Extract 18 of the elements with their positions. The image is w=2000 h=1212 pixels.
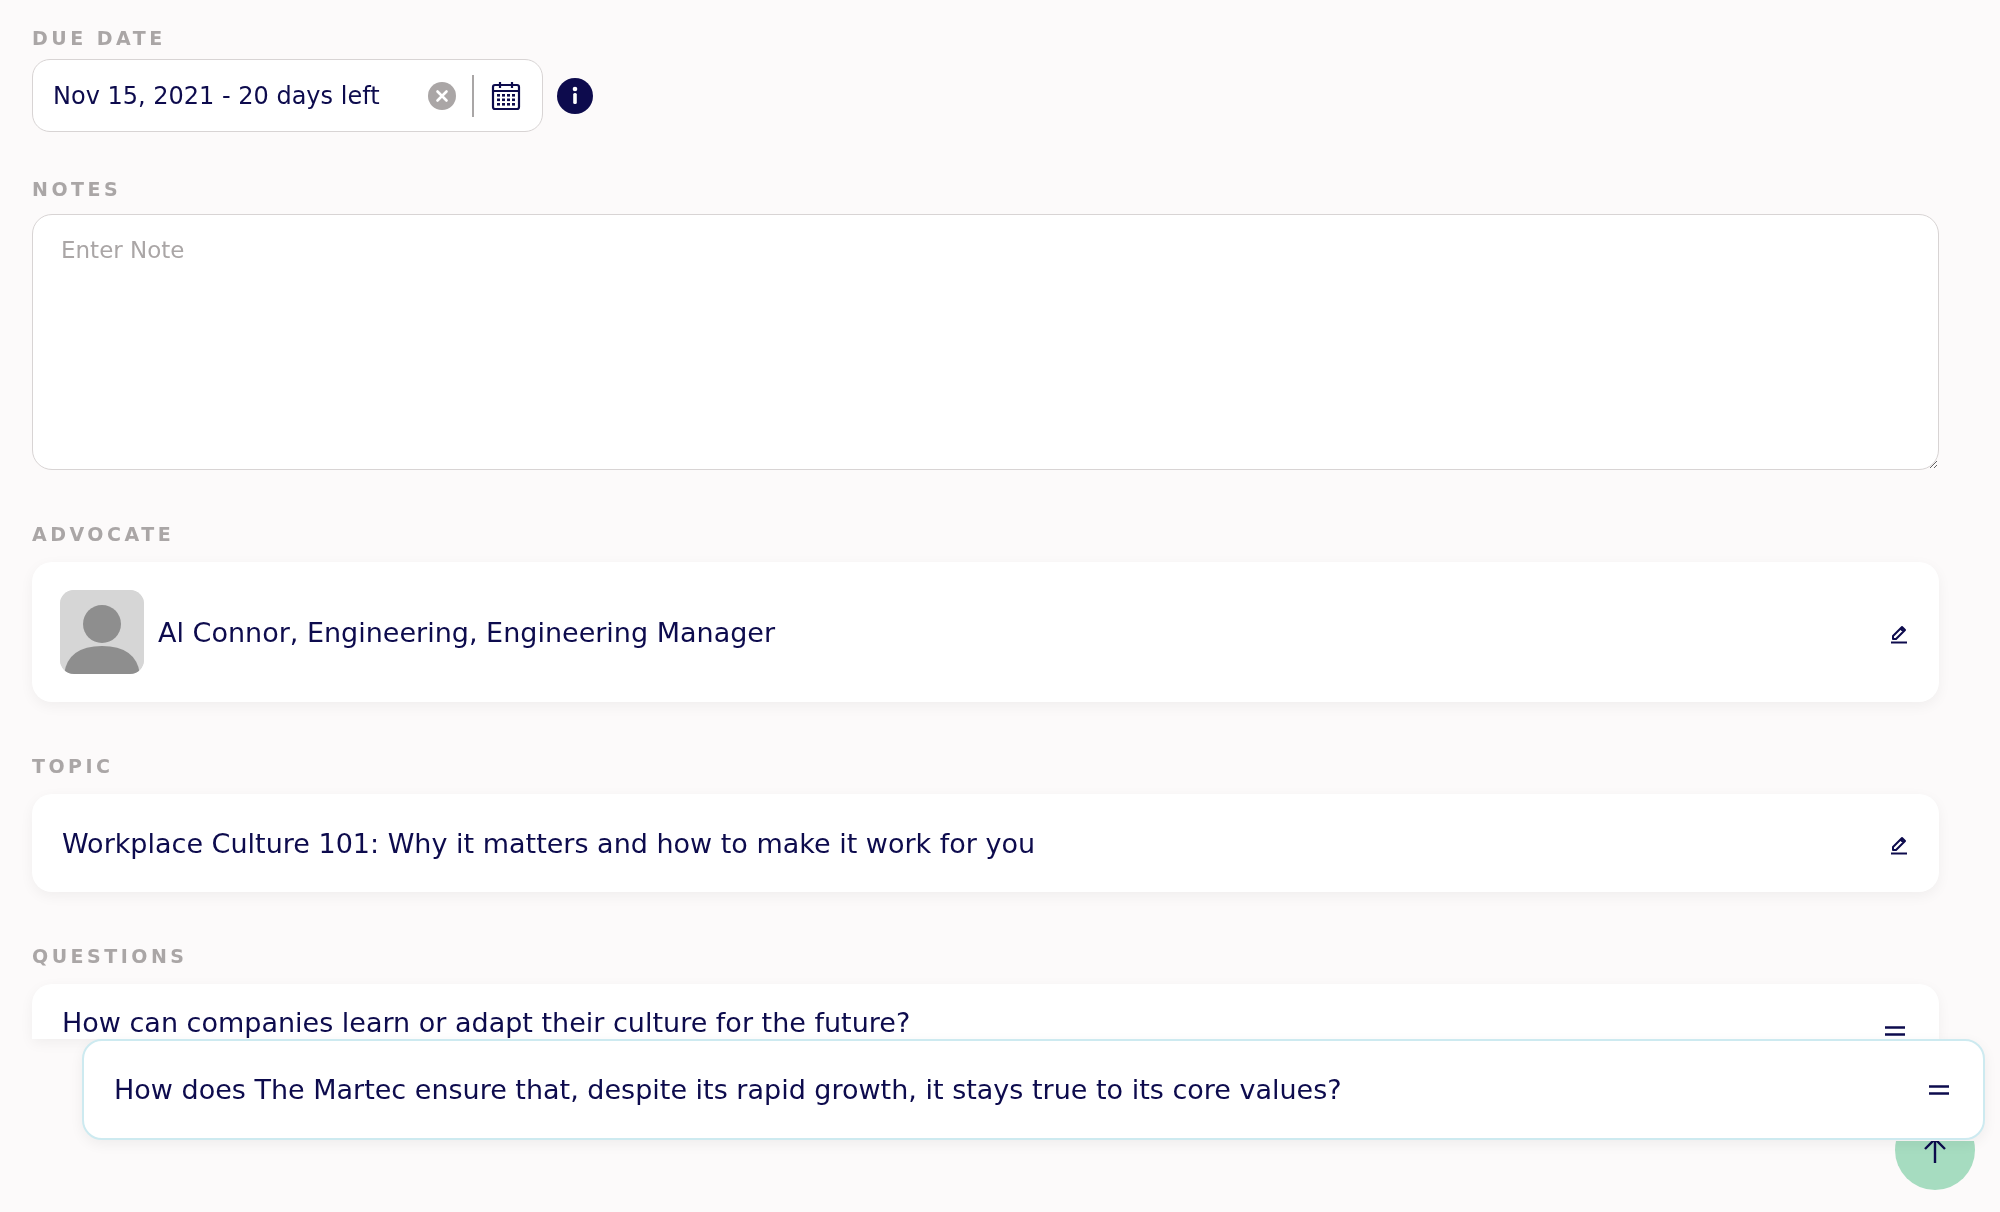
question-card[interactable]: How does The Martec ensure that, despite its rapid growth, it stays true to its core values? <box>82 1039 1985 1140</box>
drag-handle-icon[interactable] <box>1885 1026 1905 1036</box>
drag-handle-icon[interactable] <box>1929 1084 1949 1095</box>
topic-text: Workplace Culture 101: Why it matters and how to make it work for you <box>62 827 1037 859</box>
section-label: DUE DATE <box>32 27 167 49</box>
section-label: NOTES <box>32 178 123 200</box>
advocate-name: Al Connor, Engineering, Engineering Manager <box>158 616 777 648</box>
question-card[interactable]: How can companies learn or adapt their culture for the future? <box>32 984 1939 1039</box>
date-field[interactable]: Nov 15, 2021 - 20 days left <box>32 59 543 132</box>
section-label: ADVOCATE <box>32 523 176 545</box>
section-label: QUESTIONS <box>32 945 189 967</box>
section-label: TOPIC <box>32 755 115 777</box>
question-text: How can companies learn or adapt their culture for the future? <box>62 1006 912 1039</box>
question-text: How does The Martec ensure that, despite its rapid growth, it stays true to its core values? <box>114 1074 1343 1105</box>
notes-field[interactable]: Enter Note <box>32 214 1939 470</box>
calendar-icon[interactable] <box>490 79 522 112</box>
info-icon[interactable] <box>557 77 593 114</box>
scroll-top-button[interactable] <box>1895 1141 1975 1190</box>
